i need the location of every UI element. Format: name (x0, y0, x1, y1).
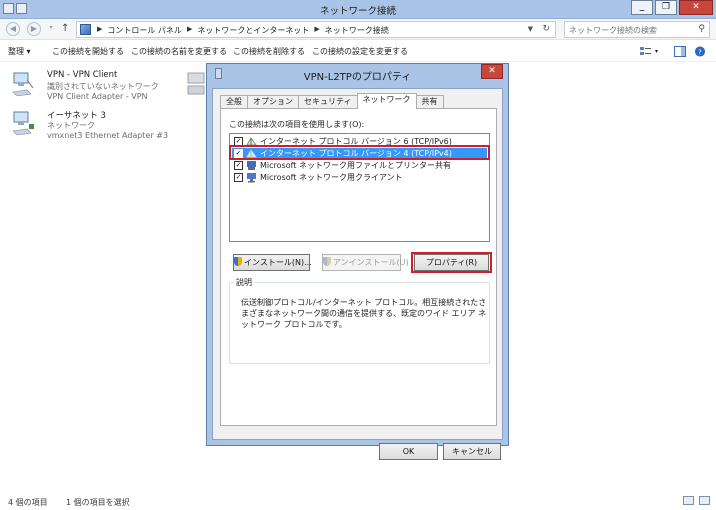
dialog-body: 全般 オプション セキュリティ ネットワーク 共有 この接続は次の項目を使用しま… (212, 88, 503, 460)
properties-dialog: VPN-L2TPのプロパティ ✕ 全般 オプション セキュリティ ネットワーク … (206, 63, 509, 460)
breadcrumb-separator-icon: ▶ (97, 25, 103, 33)
install-button[interactable]: インストール(N)... (233, 254, 312, 271)
forward-arrow-icon[interactable]: ▶ (27, 22, 41, 36)
connection-status: ネットワーク (47, 121, 95, 130)
tab-networking[interactable]: ネットワーク (356, 93, 417, 109)
close-button[interactable]: ✕ (679, 0, 713, 15)
search-input[interactable] (569, 24, 689, 36)
items-list-label: この接続は次の項目を使用します(O): (229, 120, 365, 129)
network-connection-icon[interactable] (186, 70, 206, 96)
help-icon[interactable]: ? (694, 46, 706, 57)
network-connection-icon (12, 72, 34, 96)
highlight-box (229, 145, 490, 160)
status-bar: 4 個の項目 1 個の項目を選択 (0, 492, 716, 510)
uac-shield-icon (234, 257, 242, 266)
tab-strip: 全般 オプション セキュリティ ネットワーク 共有 (220, 93, 444, 109)
tab-sharing[interactable]: 共有 (415, 95, 444, 109)
networking-tab-panel: この接続は次の項目を使用します(O): ✓ インターネット プロトコル バージョ… (220, 108, 497, 426)
list-item[interactable]: イーサネット 3 ネットワーク vmxnet3 Ethernet Adapter… (11, 109, 201, 145)
ok-button[interactable]: OK (379, 443, 438, 460)
minimize-button[interactable]: _ (631, 0, 653, 15)
dialog-title: VPN-L2TPのプロパティ (303, 72, 412, 83)
address-bar: ◀ ▶ ▾ ↑ ▶ コントロール パネル ▶ ネットワークとインターネット ▶ … (0, 19, 716, 40)
uac-shield-icon (323, 257, 331, 266)
search-icon[interactable]: ⚲ (698, 24, 705, 34)
list-item[interactable]: ✓ Microsoft ネットワーク用ファイルとプリンター共有 (232, 160, 487, 172)
connection-status: 識別されていないネットワーク (47, 82, 159, 91)
organize-menu[interactable]: 整理 ▾ (8, 46, 31, 57)
preview-pane-icon[interactable] (674, 46, 686, 57)
install-button-label: インストール(N)... (244, 258, 312, 267)
connection-adapter: vmxnet3 Ethernet Adapter #3 (47, 131, 169, 140)
connection-name: VPN - VPN Client (47, 70, 118, 80)
list-item[interactable]: ✓ Microsoft ネットワーク用クライアント (232, 172, 487, 184)
highlight-box (411, 252, 492, 273)
refresh-icon[interactable]: ↻ (542, 24, 550, 34)
view-toggle-group (683, 496, 710, 505)
item-checkbox[interactable]: ✓ (234, 161, 243, 170)
item-label: Microsoft ネットワーク用クライアント (260, 173, 403, 182)
breadcrumb-item[interactable]: ネットワークとインターネット (197, 25, 309, 36)
breadcrumb-separator-icon: ▶ (186, 25, 193, 33)
delete-connection-button[interactable]: この接続を削除する (233, 46, 305, 57)
uninstall-button-label: アンインストール(U) (333, 258, 409, 267)
file-printer-sharing-icon (247, 161, 256, 170)
connection-adapter: VPN Client Adapter - VPN (47, 92, 148, 101)
network-client-icon (247, 173, 256, 183)
window-controls: _ ❐ ✕ (629, 0, 713, 15)
start-connection-button[interactable]: この接続を開始する (52, 46, 124, 57)
recent-chevron-icon[interactable]: ▾ (46, 22, 56, 36)
item-label: Microsoft ネットワーク用ファイルとプリンター共有 (260, 161, 451, 170)
command-bar: 整理 ▾ この接続を開始する この接続の名前を変更する この接続を削除する この… (0, 41, 716, 62)
view-chevron-icon[interactable]: ▾ (655, 48, 658, 55)
item-count: 4 個の項目 (8, 498, 48, 507)
selection-count: 1 個の項目を選択 (66, 498, 130, 507)
search-field[interactable]: ⚲ (564, 21, 710, 38)
tab-security[interactable]: セキュリティ (298, 95, 358, 109)
list-item[interactable]: VPN - VPN Client 識別されていないネットワーク VPN Clie… (11, 70, 201, 106)
components-list[interactable]: ✓ インターネット プロトコル バージョン 6 (TCP/IPv6) ✓ インタ… (229, 133, 490, 242)
description-text: 伝送制御プロトコル/インターネット プロトコル。相互接続されたさまざまなネットワ… (241, 298, 487, 329)
description-label: 説明 (234, 277, 254, 288)
details-view-icon[interactable] (683, 496, 694, 505)
control-panel-icon (80, 24, 91, 35)
tab-general[interactable]: 全般 (220, 95, 248, 109)
change-settings-button[interactable]: この接続の設定を変更する (312, 46, 408, 57)
breadcrumb[interactable]: ▶ コントロール パネル ▶ ネットワークとインターネット ▶ ネットワーク接続… (76, 21, 556, 38)
back-arrow-icon[interactable]: ◀ (6, 22, 20, 36)
window-titlebar: ネットワーク接続 _ ❐ ✕ (0, 0, 716, 19)
uninstall-button: アンインストール(U) (322, 254, 409, 271)
dialog-close-button[interactable]: ✕ (481, 64, 503, 79)
up-arrow-icon[interactable]: ↑ (61, 23, 69, 34)
ethernet-connection-icon (12, 111, 34, 135)
view-options-icon[interactable] (640, 46, 652, 57)
breadcrumb-item[interactable]: ネットワーク接続 (325, 25, 389, 36)
maximize-button[interactable]: ❐ (655, 0, 677, 15)
cancel-button[interactable]: キャンセル (443, 443, 501, 460)
breadcrumb-items: ▶ コントロール パネル ▶ ネットワークとインターネット ▶ ネットワーク接続 (97, 25, 389, 36)
rename-connection-button[interactable]: この接続の名前を変更する (131, 46, 227, 57)
svg-text:?: ? (698, 47, 702, 56)
window-title: ネットワーク接続 (319, 6, 396, 17)
breadcrumb-separator-icon: ▶ (314, 25, 320, 33)
tab-options[interactable]: オプション (247, 95, 299, 109)
breadcrumb-item[interactable]: コントロール パネル (107, 25, 182, 36)
item-checkbox[interactable]: ✓ (234, 173, 243, 182)
description-group: 説明 伝送制御プロトコル/インターネット プロトコル。相互接続されたさまざまなネ… (229, 277, 490, 364)
large-icons-view-icon[interactable] (699, 496, 710, 505)
chevron-down-icon[interactable]: ▼ (528, 25, 533, 33)
